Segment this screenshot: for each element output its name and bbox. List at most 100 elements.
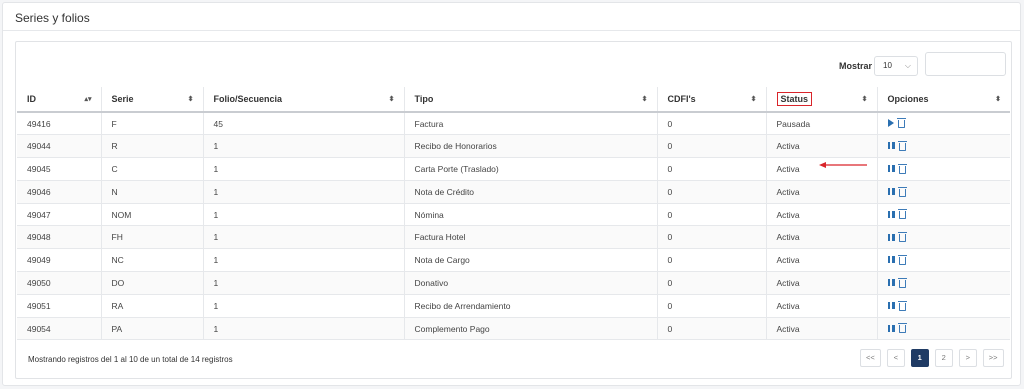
cell-folio: 1	[203, 271, 405, 295]
cell-status: Activa	[766, 134, 878, 159]
cell-status: Activa	[766, 294, 878, 318]
divider	[3, 30, 1020, 31]
cell-cfdis: 0	[657, 271, 767, 295]
cell-status: Activa	[766, 180, 878, 204]
trash-icon[interactable]	[896, 118, 906, 129]
search-input[interactable]	[925, 52, 1006, 76]
pause-icon[interactable]	[887, 142, 895, 150]
cell-status: Activa	[766, 248, 878, 273]
column-header-status[interactable]: Status ⬍	[766, 87, 878, 113]
play-icon[interactable]	[887, 119, 894, 128]
chevron-down-icon: ⌵	[904, 61, 911, 70]
cell-folio: 1	[203, 180, 405, 204]
pause-icon[interactable]	[887, 233, 895, 241]
column-header-cfdis[interactable]: CDFI's ⬍	[657, 87, 767, 113]
cell-tipo: Complemento Pago	[404, 317, 658, 341]
page-title: Series y folios	[15, 11, 90, 25]
pause-icon[interactable]	[887, 279, 895, 287]
records-summary: Mostrando registros del 1 al 10 de un to…	[28, 355, 233, 364]
trash-icon[interactable]	[897, 163, 907, 174]
cell-status: Activa	[766, 225, 878, 250]
cell-id: 49045	[17, 157, 102, 181]
cell-options	[877, 203, 1010, 227]
show-label: Mostrar	[839, 61, 873, 71]
cell-folio: 45	[203, 112, 405, 136]
status-header-highlight: Status	[776, 92, 813, 106]
column-label: Folio/Secuencia	[213, 94, 283, 104]
pause-icon[interactable]	[887, 256, 895, 264]
series-folios-panel: Series y folios Mostrar 10 ⌵ ID ▴▾ Serie ⬍…	[2, 2, 1021, 386]
cell-serie: N	[101, 180, 204, 204]
column-header-id[interactable]: ID ▴▾	[17, 87, 102, 113]
trash-icon[interactable]	[897, 209, 907, 220]
last-page-button[interactable]: >>	[982, 349, 1004, 367]
next-page-button[interactable]: >	[958, 349, 977, 367]
table-row: 49049 NC 1 Nota de Cargo 0 Activa	[17, 248, 1010, 273]
column-label: CDFI's	[667, 94, 696, 104]
cell-options	[877, 180, 1010, 204]
cell-status: Activa	[766, 317, 878, 341]
cell-tipo: Carta Porte (Traslado)	[404, 157, 658, 181]
column-header-folio[interactable]: Folio/Secuencia ⬍	[203, 87, 405, 113]
sort-icon: ⬍	[750, 96, 757, 103]
cell-options	[877, 317, 1010, 341]
cell-serie: RA	[101, 294, 204, 318]
pagination: << < 1 2 > >>	[860, 349, 1004, 367]
cell-serie: DO	[101, 271, 204, 295]
prev-page-button[interactable]: <	[886, 349, 905, 367]
cell-options	[877, 157, 1010, 181]
column-header-serie[interactable]: Serie ⬍	[101, 87, 204, 113]
cell-id: 49047	[17, 203, 102, 227]
cell-options	[877, 134, 1010, 159]
trash-icon[interactable]	[897, 300, 907, 311]
cell-cfdis: 0	[657, 225, 767, 250]
cell-cfdis: 0	[657, 203, 767, 227]
first-page-button[interactable]: <<	[860, 349, 881, 367]
cell-serie: F	[101, 112, 204, 136]
pause-icon[interactable]	[887, 302, 895, 310]
page-2-button[interactable]: 2	[934, 349, 953, 367]
trash-icon[interactable]	[897, 232, 907, 243]
trash-icon[interactable]	[897, 140, 907, 151]
table-row: 49047 NOM 1 Nómina 0 Activa	[17, 203, 1010, 227]
cell-tipo: Recibo de Arrendamiento	[404, 294, 658, 318]
trash-icon[interactable]	[897, 323, 907, 334]
cell-serie: NOM	[101, 203, 204, 227]
trash-icon[interactable]	[897, 186, 907, 197]
cell-cfdis: 0	[657, 134, 767, 159]
cell-options	[877, 225, 1010, 250]
cell-cfdis: 0	[657, 157, 767, 181]
cell-options	[877, 294, 1010, 318]
cell-cfdis: 0	[657, 180, 767, 204]
page-size-select[interactable]: 10 ⌵	[874, 56, 918, 76]
cell-tipo: Nota de Crédito	[404, 180, 658, 204]
pause-icon[interactable]	[887, 188, 895, 196]
column-header-opciones[interactable]: Opciones ⬍	[877, 87, 1010, 113]
sort-icon: ⬍	[995, 96, 1001, 103]
cell-cfdis: 0	[657, 317, 767, 341]
sort-icon: ⬍	[187, 96, 194, 103]
page-size-value: 10	[883, 61, 892, 70]
column-label: Tipo	[414, 94, 434, 104]
cell-serie: PA	[101, 317, 204, 341]
cell-serie: FH	[101, 225, 204, 250]
cell-id: 49044	[17, 134, 102, 159]
pause-icon[interactable]	[887, 324, 895, 332]
sort-icon: ⬍	[861, 96, 868, 103]
cell-tipo: Factura	[404, 112, 658, 136]
cell-serie: R	[101, 134, 204, 159]
pause-icon[interactable]	[887, 210, 895, 218]
sort-asc-icon: ▴▾	[84, 96, 92, 103]
cell-id: 49046	[17, 180, 102, 204]
table-row: 49416 F 45 Factura 0 Pausada	[17, 112, 1010, 136]
pause-icon[interactable]	[887, 165, 895, 173]
column-header-tipo[interactable]: Tipo ⬍	[404, 87, 658, 113]
trash-icon[interactable]	[897, 254, 907, 265]
table-header-row: ID ▴▾ Serie ⬍ Folio/Secuencia ⬍ Tipo ⬍ CDFI'…	[17, 87, 1010, 113]
cell-options	[877, 271, 1010, 295]
cell-status: Activa	[766, 271, 878, 295]
cell-folio: 1	[203, 157, 405, 181]
cell-cfdis: 0	[657, 112, 767, 136]
page-1-button[interactable]: 1	[910, 349, 929, 367]
trash-icon[interactable]	[897, 277, 907, 288]
